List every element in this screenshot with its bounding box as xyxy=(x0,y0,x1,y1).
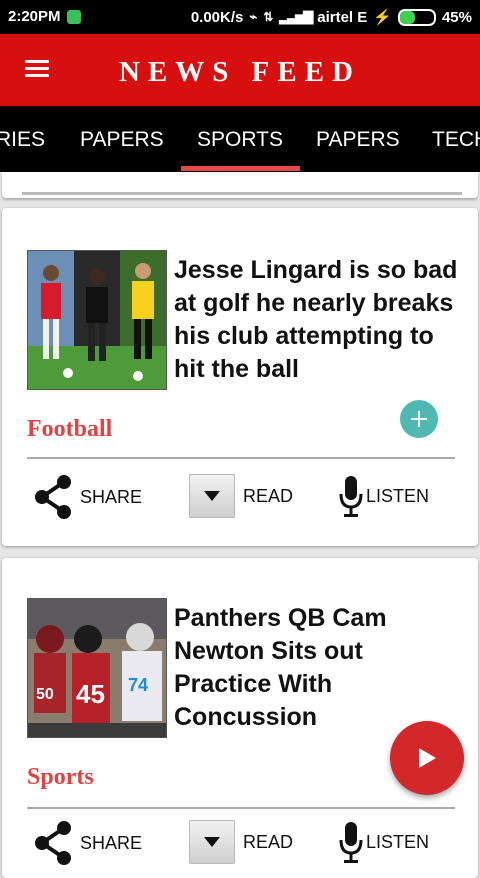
listen-button[interactable]: LISTEN xyxy=(338,820,429,864)
app-title: NEWS FEED xyxy=(118,56,361,88)
news-card[interactable]: 50 45 74 Panthers QB Cam Newton Sits out… xyxy=(2,558,478,878)
svg-text:50: 50 xyxy=(36,686,54,703)
dropdown-arrow-icon xyxy=(189,820,235,864)
battery-icon xyxy=(397,8,436,26)
microphone-icon xyxy=(339,476,363,517)
article-headline[interactable]: Jesse Lingard is so bad at golf he nearl… xyxy=(174,254,464,386)
vibrate-icon: ⌁ xyxy=(249,9,258,24)
share-button[interactable]: SHARE xyxy=(32,474,142,520)
tab-stories[interactable]: RIES xyxy=(0,128,45,152)
data-arrows-icon: ⇅ xyxy=(263,10,274,24)
previous-card xyxy=(2,172,478,198)
listen-label: LISTEN xyxy=(366,831,430,852)
article-category: Sports xyxy=(27,764,94,790)
dropdown-arrow-icon xyxy=(189,474,235,518)
tab-papers[interactable]: PAPERS xyxy=(80,128,164,152)
notification-app-icon xyxy=(66,9,81,24)
listen-button[interactable]: LISTEN xyxy=(338,474,429,518)
add-button[interactable] xyxy=(400,400,438,438)
share-icon xyxy=(35,475,71,519)
read-button[interactable]: READ xyxy=(189,474,293,518)
tab-selected-indicator xyxy=(181,166,300,171)
svg-text:45: 45 xyxy=(76,679,105,709)
tab-papers-2[interactable]: PAPERS xyxy=(316,128,400,152)
play-fab-button[interactable] xyxy=(390,721,464,795)
card-divider xyxy=(27,457,455,459)
share-icon xyxy=(35,821,71,865)
network-speed: 0.00K/s xyxy=(190,8,244,26)
play-icon xyxy=(419,748,436,768)
listen-label: LISTEN xyxy=(366,485,430,506)
share-label: SHARE xyxy=(80,832,143,853)
signal-icon: ▂▃▅▇ xyxy=(279,9,313,24)
article-category: Football xyxy=(27,416,113,442)
carrier-label: airtel E xyxy=(317,8,368,26)
article-thumbnail[interactable] xyxy=(27,250,167,390)
tab-tech[interactable]: TECH xyxy=(432,128,480,152)
read-label: READ xyxy=(243,831,294,852)
charging-icon: ⚡ xyxy=(373,9,392,26)
card-divider xyxy=(27,807,455,809)
status-time: 2:20PM xyxy=(8,8,61,25)
tab-sports[interactable]: SPORTS xyxy=(197,128,283,152)
app-bar: NEWS FEED xyxy=(0,34,480,106)
news-card[interactable]: Jesse Lingard is so bad at golf he nearl… xyxy=(2,208,478,546)
article-headline[interactable]: Panthers QB Cam Newton Sits out Practice… xyxy=(174,602,464,734)
share-button[interactable]: SHARE xyxy=(32,820,142,866)
article-thumbnail[interactable]: 50 45 74 xyxy=(27,598,167,738)
divider xyxy=(22,180,462,195)
share-label: SHARE xyxy=(80,486,143,507)
svg-text:74: 74 xyxy=(128,675,148,695)
microphone-icon xyxy=(339,822,363,863)
status-bar: 2:20PM 0.00K/s ⌁ ⇅ ▂▃▅▇ airtel E ⚡ 45% xyxy=(0,0,480,34)
read-button[interactable]: READ xyxy=(189,820,293,864)
category-tabs: RIES PAPERS SPORTS PAPERS TECH xyxy=(0,106,480,172)
read-label: READ xyxy=(243,485,294,506)
plus-icon xyxy=(411,411,427,427)
battery-percent: 45% xyxy=(441,8,472,26)
